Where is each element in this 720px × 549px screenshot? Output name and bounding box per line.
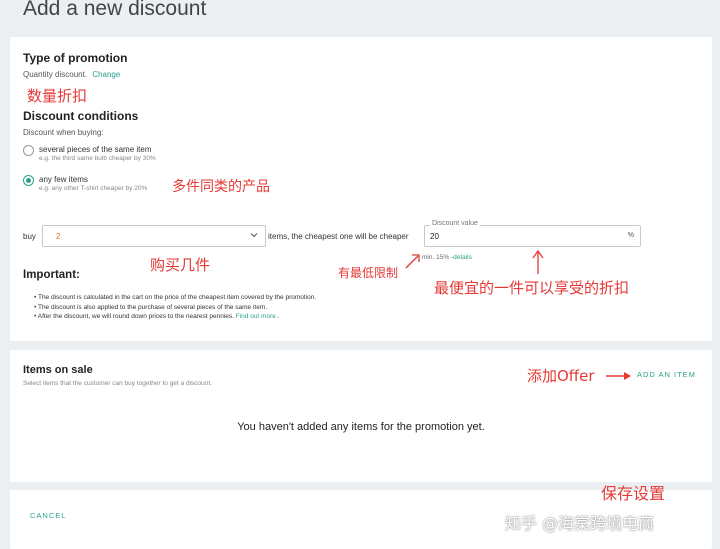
important-item: The discount is calculated in the cart o… bbox=[34, 293, 316, 303]
find-out-more-link[interactable]: Find out more bbox=[236, 313, 276, 320]
annotation-buy-count: 购买几件 bbox=[150, 256, 211, 274]
annotation-cheapest-discount: 最便宜的一件可以享受的折扣 bbox=[434, 279, 630, 297]
discount-value-legend: Discount value bbox=[430, 220, 480, 227]
cancel-button[interactable]: CANCEL bbox=[30, 511, 66, 520]
buy-quantity-value: 2 bbox=[56, 232, 61, 241]
items-cheapest-text: items, the cheapest one will be cheaper bbox=[268, 232, 409, 241]
percent-sign: % bbox=[627, 232, 634, 239]
arrow-to-discount-value-icon bbox=[532, 249, 544, 274]
change-link[interactable]: Change bbox=[92, 70, 120, 79]
option-any-few-items-label: any few items bbox=[39, 175, 88, 184]
discount-value-field[interactable]: Discount value 20 % bbox=[424, 220, 641, 247]
buy-quantity-select[interactable]: 2 bbox=[42, 225, 266, 247]
min-note-text: min. 15% bbox=[422, 254, 450, 261]
important-heading: Important: bbox=[23, 269, 80, 281]
annotation-min-limit: 有最低限制 bbox=[338, 266, 399, 280]
arrow-to-min-note-icon bbox=[405, 254, 420, 269]
buy-label: buy bbox=[23, 232, 36, 241]
important-item-text: After the discount, we will round down p… bbox=[37, 313, 234, 320]
items-on-sale-subtitle: Select items that the customer can buy t… bbox=[23, 380, 212, 387]
type-of-promotion-heading: Type of promotion bbox=[23, 51, 128, 65]
option-same-item-label: several pieces of the same item bbox=[39, 145, 152, 154]
option-same-item-hint: e.g. the third same bulb cheaper by 30% bbox=[39, 155, 156, 162]
radio-same-item[interactable] bbox=[23, 145, 34, 156]
discount-value-input: 20 bbox=[430, 232, 439, 241]
arrow-to-add-item-icon bbox=[606, 372, 631, 380]
items-on-sale-heading: Items on sale bbox=[23, 364, 93, 376]
min-note: min. 15% -details bbox=[422, 254, 472, 261]
add-an-item-button[interactable]: ADD AN ITEM bbox=[637, 370, 696, 379]
important-list: The discount is calculated in the cart o… bbox=[34, 293, 316, 322]
details-link[interactable]: -details bbox=[451, 254, 472, 261]
promotion-type-value: Quantity discount. bbox=[23, 70, 88, 79]
items-on-sale-card: Items on sale Select items that the cust… bbox=[10, 350, 712, 482]
discount-conditions-heading: Discount conditions bbox=[23, 109, 139, 123]
important-item: The discount is also applied to the purc… bbox=[34, 303, 316, 313]
find-out-more-suffix: . bbox=[277, 313, 280, 320]
annotation-quantity-discount: 数量折扣 bbox=[27, 87, 88, 105]
annotation-multiple-items: 多件同类的产品 bbox=[172, 179, 270, 195]
promotion-type-text: Quantity discount. Change bbox=[23, 70, 120, 79]
discount-when-buying-label: Discount when buying: bbox=[23, 128, 104, 137]
annotation-save-settings: 保存设置 bbox=[601, 484, 666, 503]
option-any-few-items-hint: e.g. any other T-shirt cheaper by 20% bbox=[39, 185, 148, 192]
important-item: After the discount, we will round down p… bbox=[34, 312, 316, 322]
page-title: Add a new discount bbox=[23, 0, 207, 20]
annotation-add-offer: 添加Offer bbox=[527, 367, 595, 385]
promotion-card: Type of promotion Quantity discount. Cha… bbox=[10, 37, 712, 341]
empty-items-message: You haven't added any items for the prom… bbox=[237, 421, 485, 433]
watermark: 知乎 @海棠跨境电商 bbox=[505, 514, 655, 533]
chevron-down-icon bbox=[250, 233, 258, 238]
radio-any-few-items[interactable] bbox=[23, 175, 34, 186]
